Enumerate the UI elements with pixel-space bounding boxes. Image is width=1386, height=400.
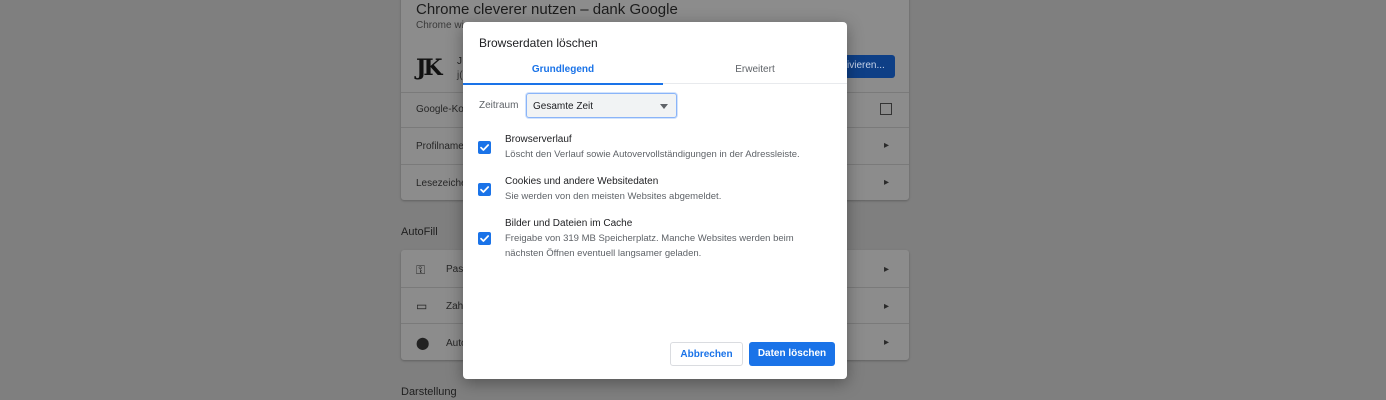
checkmark-icon [480,144,490,151]
dialog-title: Browserdaten löschen [479,36,598,50]
checkbox-cookies[interactable] [478,183,491,196]
checkbox-cache[interactable] [478,232,491,245]
chevron-right-icon: ▸ [884,264,890,275]
sync-subheading: Chrome wi [416,20,464,31]
profile-avatar: JK [416,55,442,81]
option-title: Cookies und andere Websitedaten [505,176,659,187]
checkmark-icon [480,186,490,193]
chevron-right-icon: ▸ [884,177,890,188]
appearance-section-title: Darstellung [401,386,457,398]
credit-card-icon: ▭ [416,299,428,313]
clear-browsing-data-dialog: Browserdaten löschen Grundlegend Erweite… [463,22,847,379]
tab-advanced[interactable]: Erweitert [663,56,847,84]
time-range-label: Zeitraum [479,100,519,111]
key-icon: ⚿ [416,263,426,277]
account-email: j( [457,70,463,81]
tab-bar: Grundlegend Erweitert [463,56,847,85]
chevron-right-icon: ▸ [884,301,890,312]
account-name: J [457,56,462,67]
checkbox-browsing-history[interactable] [478,141,491,154]
option-title: Bilder und Dateien im Cache [505,218,633,229]
chevron-right-icon: ▸ [884,140,890,151]
settings-row-bookmarks: Lesezeiche [416,178,467,189]
sync-heading: Chrome cleverer nutzen – dank Google [416,1,678,18]
clear-data-button[interactable]: Daten löschen [749,342,835,366]
autofill-section-title: AutoFill [401,226,438,238]
tab-basic[interactable]: Grundlegend [463,56,663,85]
time-range-value: Gesamte Zeit [533,101,594,112]
settings-row-profile-name: Profilname [416,141,464,152]
cancel-button[interactable]: Abbrechen [670,342,743,366]
chevron-right-icon: ▸ [884,337,890,348]
option-title: Browserverlauf [505,134,572,145]
time-range-select[interactable]: Gesamte Zeit [526,93,677,118]
checkmark-icon [480,235,490,242]
caret-down-icon [660,104,668,109]
option-description: Sie werden von den meisten Websites abge… [505,191,722,202]
settings-row-google-account: Google-Kon [416,104,470,115]
external-link-icon [880,103,892,115]
location-pin-icon: ⬤ [416,336,430,350]
sync-button: ivieren... [845,55,895,78]
option-description: Löscht den Verlauf sowie Autovervollstän… [505,149,800,160]
option-description: Freigabe von 319 MB Speicherplatz. Manch… [505,233,794,259]
